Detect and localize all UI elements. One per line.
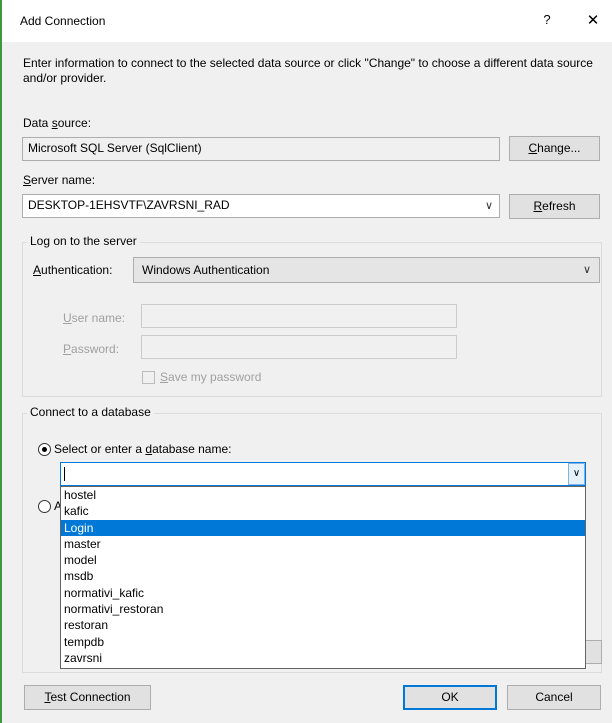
server-name-value: DESKTOP-1EHSVTF\ZAVRSNI_RAD: [28, 198, 230, 212]
server-name-label: Server name:: [23, 173, 95, 187]
text-caret: [64, 467, 65, 481]
save-password-checkbox[interactable]: [142, 371, 155, 384]
intro-text: Enter information to connect to the sele…: [23, 56, 593, 85]
list-item[interactable]: normativi_kafic: [61, 585, 585, 601]
help-button[interactable]: ?: [538, 12, 556, 27]
password-label: Password:: [63, 342, 119, 356]
select-database-radio[interactable]: [38, 443, 51, 456]
close-button[interactable]: ✕: [584, 11, 602, 29]
database-group-title: Connect to a database: [27, 405, 154, 419]
password-input[interactable]: [141, 335, 457, 359]
label-part: ource:: [57, 116, 92, 130]
user-name-input[interactable]: [141, 304, 457, 328]
label-part: Select or enter a: [54, 442, 146, 456]
server-name-combo[interactable]: DESKTOP-1EHSVTF\ZAVRSNI_RAD ∨: [22, 194, 500, 218]
list-item[interactable]: hostel: [61, 487, 585, 503]
authentication-select[interactable]: Windows Authentication ∨: [133, 257, 600, 283]
label-part: assword:: [71, 342, 120, 356]
list-item[interactable]: zavrsni: [61, 650, 585, 666]
attach-database-radio[interactable]: [38, 500, 51, 513]
list-item[interactable]: normativi_restoran: [61, 601, 585, 617]
refresh-button[interactable]: Refresh: [509, 194, 600, 219]
label-part: uthentication:: [41, 263, 113, 277]
window-title: Add Connection: [20, 14, 106, 28]
window-left-edge: [0, 0, 2, 723]
data-source-label: Data source:: [23, 116, 91, 130]
mnemonic: S: [23, 173, 32, 187]
mnemonic: S: [160, 370, 169, 384]
mnemonic: U: [63, 311, 72, 325]
mnemonic: C: [528, 141, 538, 155]
label-part: ser name:: [71, 311, 126, 325]
authentication-label: Authentication:: [33, 263, 112, 277]
list-item-selected[interactable]: Login: [61, 519, 585, 536]
logon-group-title: Log on to the server: [27, 234, 140, 248]
chevron-down-icon[interactable]: ∨: [485, 195, 493, 217]
label-part: atabase name:: [152, 442, 232, 456]
list-item[interactable]: kafic: [61, 503, 585, 519]
label-part: ave my password: [168, 370, 262, 384]
list-item[interactable]: restoran: [61, 617, 585, 633]
database-dropdown-list: hostel kafic Login master model msdb nor…: [60, 486, 586, 669]
list-item[interactable]: model: [61, 552, 585, 568]
label-part: Data: [23, 116, 52, 130]
label-part: erver name:: [31, 173, 96, 187]
ok-button[interactable]: OK: [403, 685, 497, 710]
database-name-combo[interactable]: ∨: [60, 462, 586, 486]
list-item[interactable]: msdb: [61, 568, 585, 584]
title-bar: Add Connection ? ✕: [2, 0, 612, 42]
change-button[interactable]: Change...: [509, 136, 600, 161]
test-connection-button[interactable]: Test Connection: [24, 685, 151, 710]
user-name-label: User name:: [63, 311, 125, 325]
cancel-button[interactable]: Cancel: [507, 685, 601, 710]
browse-button-partial[interactable]: [585, 640, 602, 664]
mnemonic: A: [33, 263, 42, 277]
label-part: efresh: [542, 199, 576, 213]
chevron-down-icon: ∨: [582, 264, 591, 276]
chevron-down-icon[interactable]: ∨: [568, 463, 585, 485]
label-part: hange...: [537, 141, 581, 155]
mnemonic: P: [63, 342, 72, 356]
list-item[interactable]: tempdb: [61, 634, 585, 650]
select-database-label: Select or enter a database name:: [54, 442, 231, 456]
save-password-label: Save my password: [160, 370, 261, 384]
label-part: est Connection: [50, 690, 131, 704]
list-item[interactable]: master: [61, 536, 585, 552]
authentication-value: Windows Authentication: [142, 263, 270, 277]
mnemonic: R: [533, 199, 543, 213]
data-source-field: Microsoft SQL Server (SqlClient): [22, 137, 500, 161]
